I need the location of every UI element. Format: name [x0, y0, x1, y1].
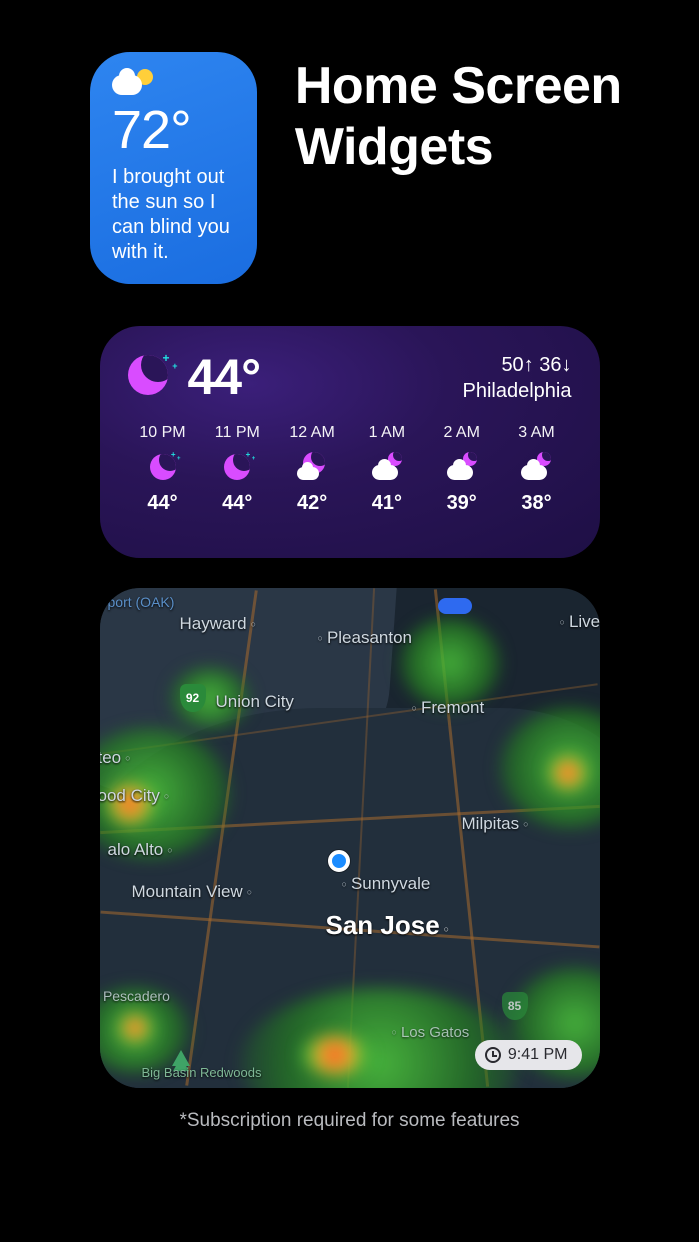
- map-label: Live: [560, 612, 600, 632]
- time-pill[interactable]: 9:41 PM: [475, 1040, 582, 1070]
- radar-time: 9:41 PM: [508, 1046, 568, 1064]
- map-label: Pescadero: [100, 988, 170, 1004]
- clear-night-icon: ++: [128, 355, 172, 399]
- current-temp: 44°: [188, 348, 261, 406]
- partly-cloudy-night-icon: [447, 452, 477, 482]
- map-label: Big Basin Redwoods: [142, 1066, 262, 1080]
- location-label: Philadelphia: [463, 378, 572, 404]
- map-label: Sunnyvale: [342, 874, 431, 894]
- hour-slot: 2 AM 39°: [427, 424, 497, 515]
- map-label: Pleasanton: [318, 628, 413, 648]
- hour-slot: 11 PM ++ 44°: [202, 424, 272, 515]
- current-location-icon: [328, 850, 350, 872]
- map-label: alo Alto: [108, 840, 173, 860]
- highway-shield-icon: 85: [502, 992, 528, 1020]
- hour-slot: 3 AM 38°: [501, 424, 571, 515]
- hour-slot: 10 PM ++ 44°: [128, 424, 198, 515]
- partly-cloudy-night-icon: [521, 452, 551, 482]
- radar-map-widget[interactable]: port (OAK) Hayward Pleasanton Live 92 Un…: [100, 588, 600, 1088]
- weather-quip: I brought out the sun so I can blind you…: [112, 165, 237, 265]
- hour-slot: 1 AM 41°: [352, 424, 422, 515]
- map-label: ood City: [100, 786, 170, 806]
- map-label: Milpitas: [462, 814, 529, 834]
- map-badge-icon: [438, 598, 472, 614]
- clock-icon: [485, 1047, 501, 1063]
- promo-title: Home Screen Widgets: [295, 56, 649, 179]
- highway-shield-icon: 92: [180, 684, 206, 712]
- map-label: Los Gatos: [392, 1024, 470, 1041]
- map-label: teo: [100, 748, 131, 768]
- hour-slot: 12 AM 42°: [277, 424, 347, 515]
- mostly-clear-night-icon: [297, 452, 327, 482]
- disclaimer-text: *Subscription required for some features: [0, 1110, 699, 1132]
- hourly-forecast-widget[interactable]: ++ 44° 50↑ 36↓ Philadelphia 10 PM ++ 44°…: [100, 326, 600, 558]
- map-label: San Jose: [326, 910, 450, 941]
- map-label: Hayward: [180, 614, 257, 634]
- clear-night-icon: ++: [148, 452, 178, 482]
- high-low: 50↑ 36↓: [463, 352, 572, 378]
- clear-night-icon: ++: [222, 452, 252, 482]
- hourly-row: 10 PM ++ 44° 11 PM ++ 44° 12 AM 42° 1 AM…: [128, 424, 572, 515]
- map-label: Union City: [216, 692, 294, 712]
- current-temp: 72°: [112, 102, 237, 159]
- small-weather-widget[interactable]: 72° I brought out the sun so I can blind…: [90, 52, 257, 284]
- map-label: Mountain View: [132, 882, 253, 902]
- map-label: port (OAK): [108, 594, 175, 610]
- partly-sunny-icon: [112, 70, 154, 100]
- partly-cloudy-night-icon: [372, 452, 402, 482]
- map-label: Fremont: [412, 698, 485, 718]
